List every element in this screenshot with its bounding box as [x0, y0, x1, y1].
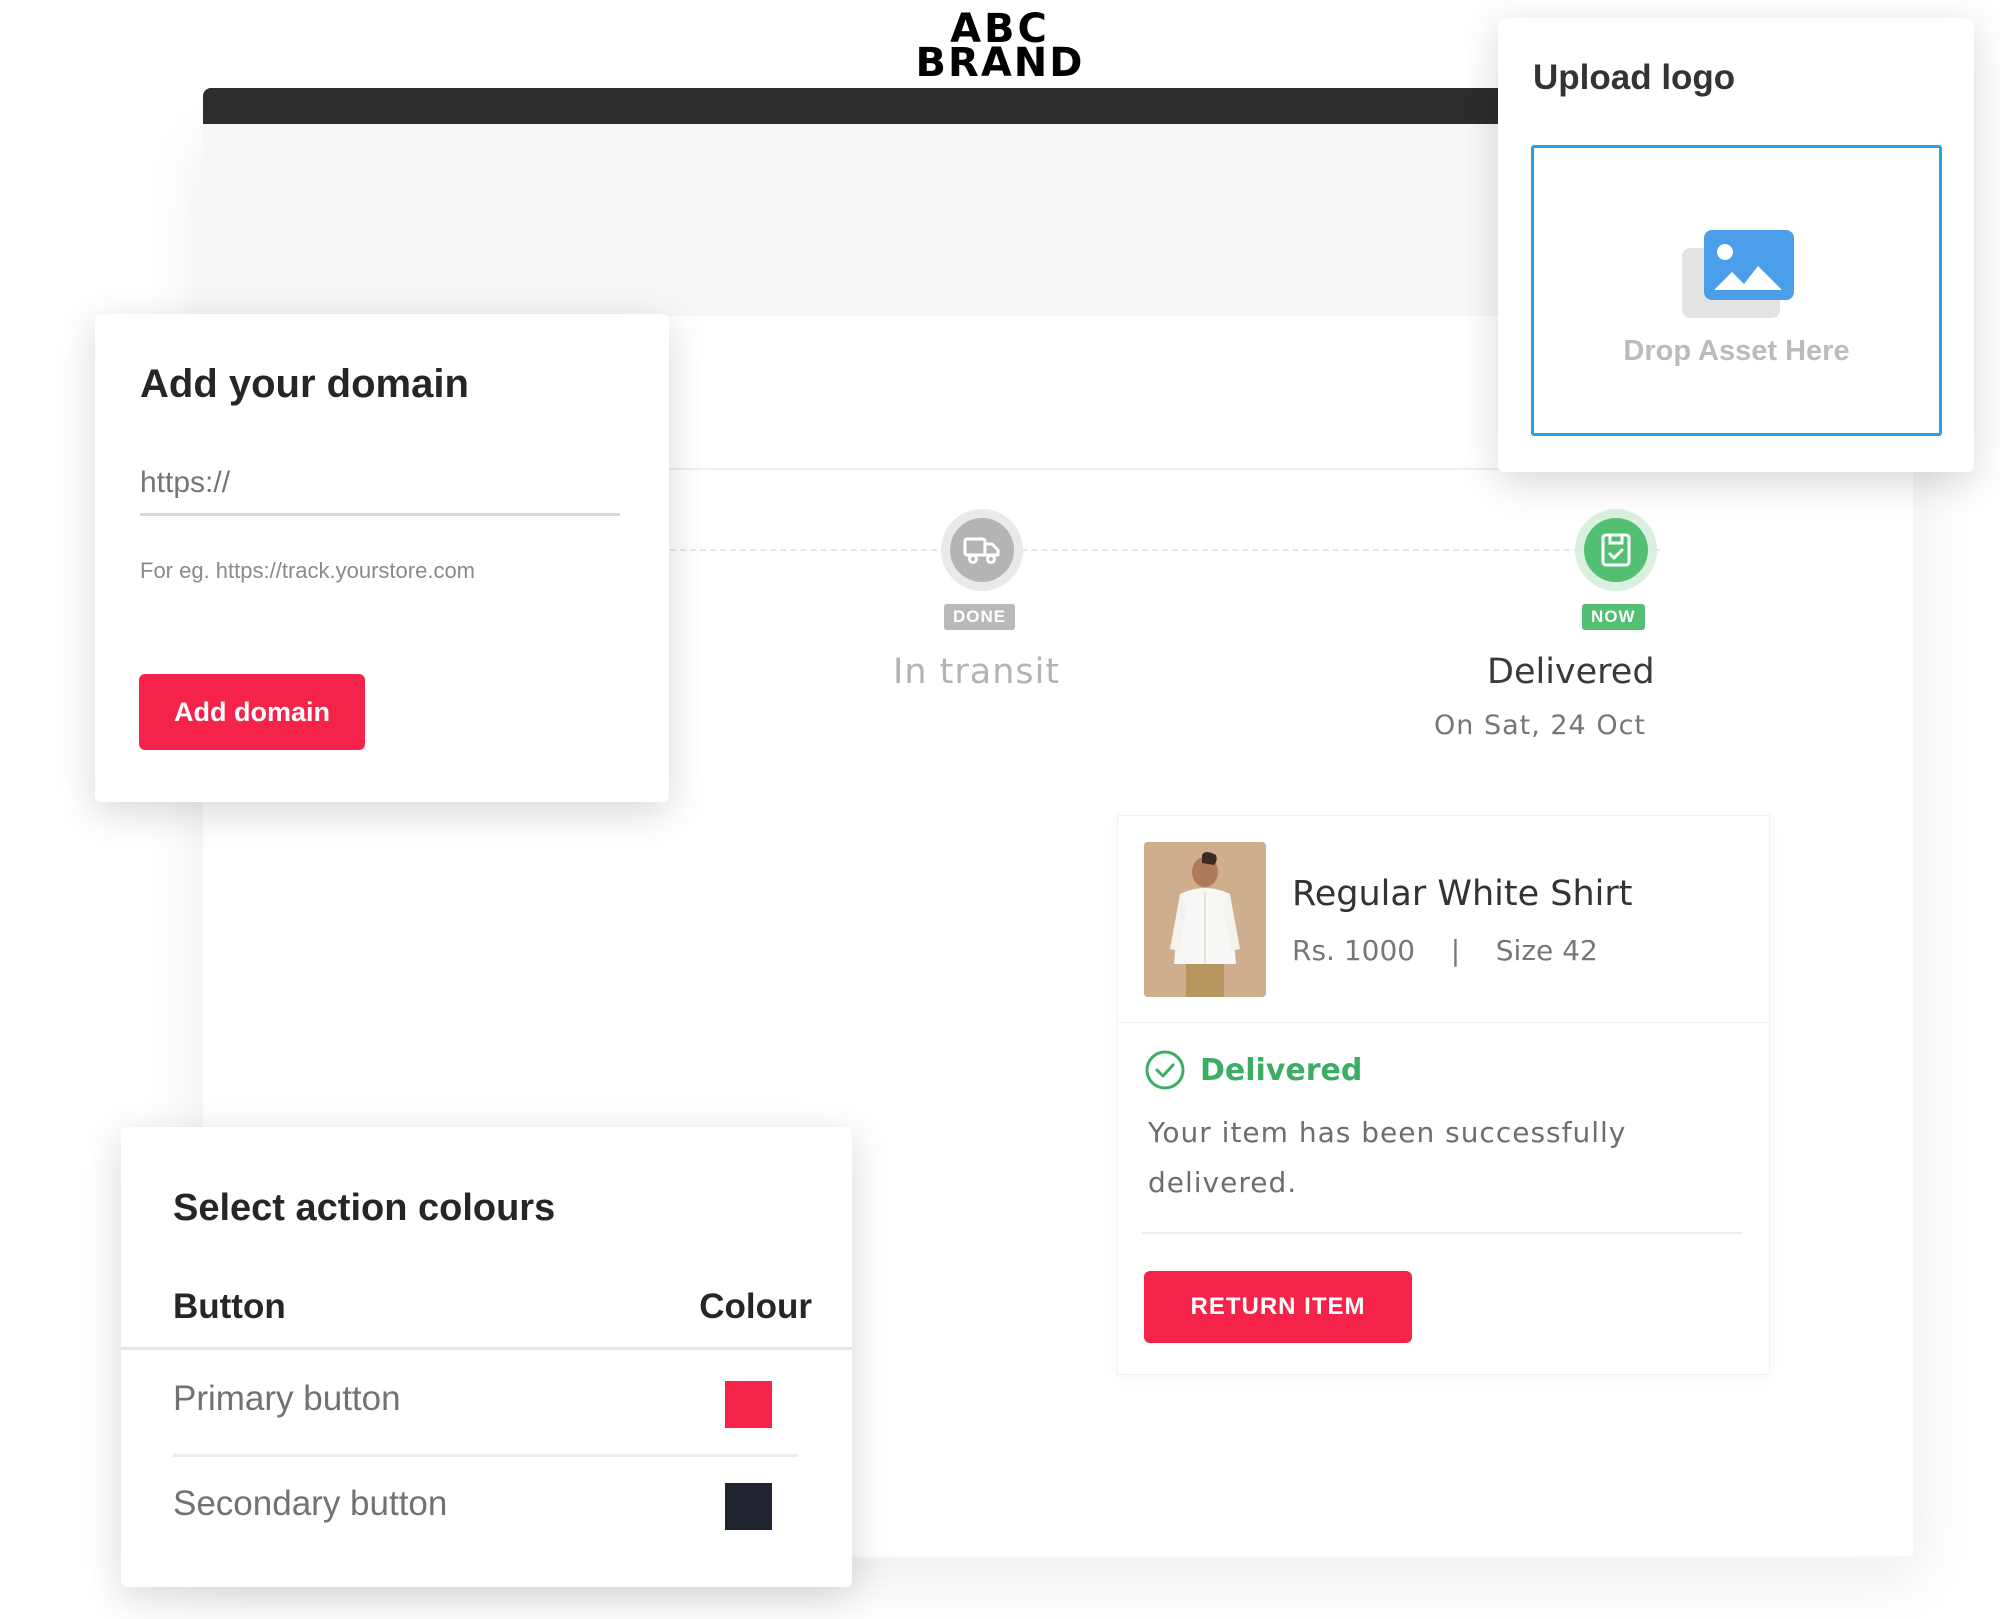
product-size: Size 42 [1495, 934, 1598, 967]
domain-input[interactable] [140, 442, 620, 516]
drop-asset-text: Drop Asset Here [1623, 335, 1850, 367]
delivery-date: On Sat, 24 Oct [1434, 710, 1647, 741]
meta-separator: | [1450, 934, 1461, 967]
step-label-delivered: Delivered [1487, 652, 1655, 692]
stage: ABC BRAND DONE In transit NOW Delivered … [0, 0, 2000, 1619]
row-divider [173, 1454, 798, 1457]
column-header-button: Button [173, 1287, 286, 1326]
delivery-status: Delivered [1144, 1049, 1362, 1091]
secondary-colour-swatch[interactable] [725, 1483, 772, 1530]
package-icon [1601, 533, 1631, 567]
brand-line-2: BRAND [915, 40, 1085, 86]
step-status-badge-done: DONE [944, 604, 1016, 630]
check-circle-icon [1145, 1050, 1185, 1090]
domain-hint: For eg. https://track.yourstore.com [140, 558, 476, 583]
asset-drop-zone[interactable]: Drop Asset Here [1531, 145, 1942, 436]
domain-card-title: Add your domain [140, 362, 469, 406]
add-domain-button[interactable]: Add domain [139, 674, 365, 750]
product-card: Regular White Shirt Rs. 1000 | Size 42 D… [1117, 815, 1770, 1375]
upload-logo-card: Upload logo Drop Asset Here [1498, 18, 1974, 472]
row-label-primary-button: Primary button [173, 1379, 401, 1418]
column-header-colour: Colour [699, 1287, 812, 1326]
product-title: Regular White Shirt [1292, 874, 1633, 914]
table-header-divider [121, 1347, 852, 1350]
primary-colour-swatch[interactable] [725, 1381, 772, 1428]
product-price: Rs. 1000 [1292, 934, 1416, 967]
image-icon [1682, 230, 1794, 318]
card-divider [1118, 1022, 1769, 1023]
product-meta: Rs. 1000 | Size 42 [1292, 934, 1598, 967]
step-in-transit [941, 509, 1023, 591]
step-label-in-transit: In transit [893, 652, 1061, 692]
timeline-track [660, 549, 1660, 551]
product-image [1144, 842, 1266, 997]
upload-card-title: Upload logo [1533, 58, 1736, 97]
step-delivered [1575, 509, 1657, 591]
status-description: Your item has been successfully delivere… [1148, 1116, 1627, 1199]
add-domain-card: Add your domain For eg. https://track.yo… [95, 314, 669, 802]
row-label-secondary-button: Secondary button [173, 1484, 448, 1523]
step-status-badge-now: NOW [1582, 604, 1645, 630]
colours-card-title: Select action colours [173, 1187, 556, 1229]
action-colours-card: Select action colours Button Colour Prim… [121, 1127, 852, 1587]
brand-logo: ABC BRAND [900, 9, 1100, 86]
truck-icon [963, 537, 1000, 564]
return-item-button[interactable]: RETURN ITEM [1144, 1271, 1412, 1343]
status-text: Delivered [1200, 1052, 1363, 1088]
card-divider [1142, 1232, 1742, 1234]
